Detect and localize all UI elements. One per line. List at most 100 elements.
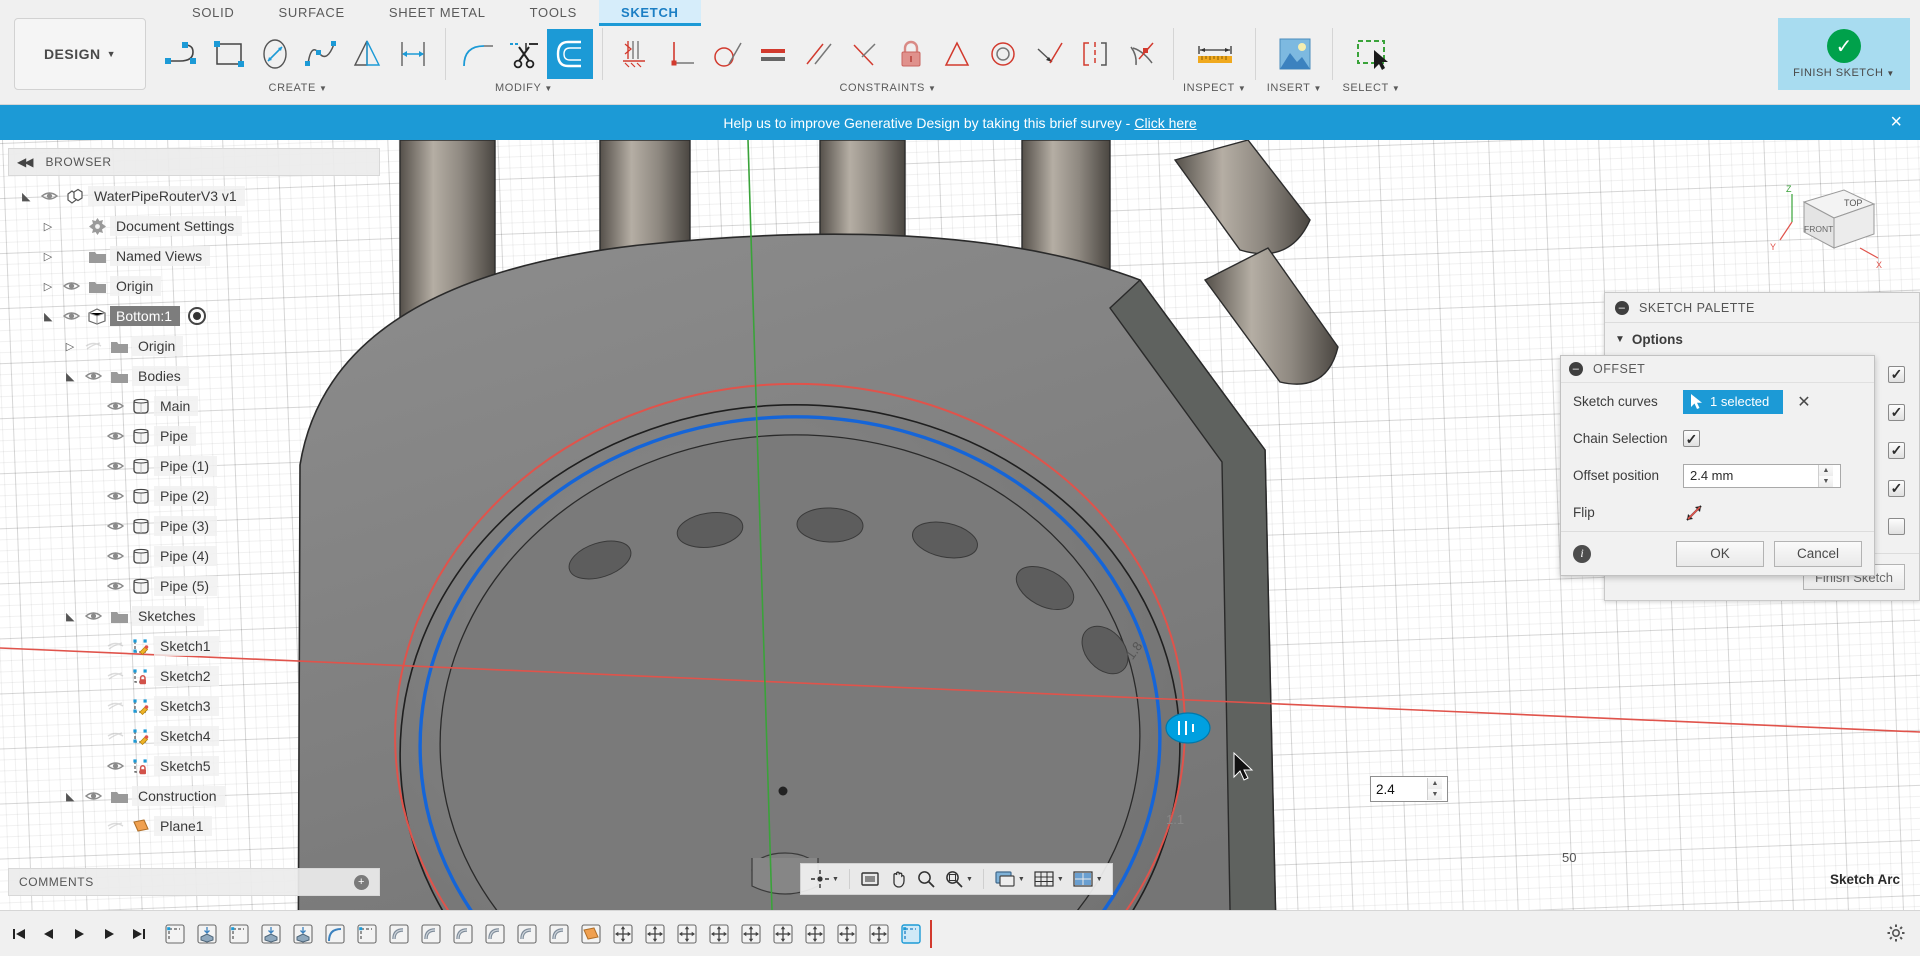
survey-banner-link[interactable]: Click here [1134,115,1196,131]
finish-sketch-button[interactable]: ✓ FINISH SKETCH▼ [1778,18,1910,90]
sketch-line-icon[interactable] [160,29,206,79]
feature-move-icon[interactable] [642,921,668,947]
sketch-palette-options-section[interactable]: ▼ Options [1605,323,1919,355]
chain-selection-checkbox[interactable] [1683,430,1700,447]
offset-position-input[interactable] [1684,465,1818,487]
browser-node-origin[interactable]: Origin [8,271,380,301]
activate-component-radio[interactable] [188,307,206,325]
spinner-down-icon[interactable]: ▼ [1428,789,1442,800]
constraint-horizontal-vertical-icon[interactable] [842,29,888,79]
sketch-curves-selection-button[interactable]: 1 selected [1683,390,1783,414]
feature-extrude-icon[interactable] [194,921,220,947]
browser-node-origin[interactable]: Origin [8,331,380,361]
feature-move-icon[interactable] [770,921,796,947]
constraint-tangent-icon[interactable] [704,29,750,79]
browser-node-pipe-5[interactable]: Pipe (5) [8,571,380,601]
expand-arrow-icon[interactable] [60,790,80,803]
inline-offset-spinner[interactable]: ▲ ▼ [1427,778,1442,800]
feature-sketch-icon[interactable] [162,921,188,947]
feature-move-icon[interactable] [674,921,700,947]
feature-move-icon[interactable] [866,921,892,947]
browser-node-pipe-1[interactable]: Pipe (1) [8,451,380,481]
sketch-mirror-icon[interactable] [344,29,390,79]
visibility-eye-icon[interactable] [102,430,128,442]
feature-fillet-icon[interactable] [322,921,348,947]
timeline-go-end-icon[interactable] [126,921,152,947]
constraint-midpoint-icon[interactable] [934,29,980,79]
constraint-equal-icon[interactable] [750,29,796,79]
collapse-panel-icon[interactable]: ◀◀ [17,155,31,169]
offset-position-spinner[interactable]: ▲ ▼ [1818,465,1833,487]
feature-pipe-icon[interactable] [386,921,412,947]
constraint-symmetry-icon[interactable] [1072,29,1118,79]
visibility-eye-icon[interactable] [58,280,84,292]
constraint-parallel-icon[interactable] [796,29,842,79]
expand-arrow-icon[interactable] [38,310,58,323]
browser-node-construction[interactable]: Construction [8,781,380,811]
browser-node-bottom-1[interactable]: Bottom:1 [8,301,380,331]
expand-arrow-icon[interactable] [16,190,36,203]
minimize-icon[interactable]: – [1615,301,1629,315]
visibility-eye-off-icon[interactable] [102,670,128,682]
expand-arrow-icon[interactable] [60,610,80,623]
constraint-coincident-icon[interactable] [612,29,658,79]
display-settings-icon[interactable] [857,866,883,892]
inline-offset-input[interactable] [1371,778,1427,800]
sketch-rectangle-icon[interactable] [206,29,252,79]
tab-sketch[interactable]: SKETCH [599,0,701,26]
sketch-fillet-icon[interactable] [455,29,501,79]
gear-icon[interactable] [1886,923,1906,946]
select-window-cursor-icon[interactable] [1342,29,1400,79]
visibility-eye-icon[interactable] [102,580,128,592]
constraint-curvature-icon[interactable] [1118,29,1164,79]
visibility-eye-icon[interactable] [102,460,128,472]
visibility-eye-off-icon[interactable] [102,730,128,742]
spinner-up-icon[interactable]: ▲ [1819,465,1833,476]
ribbon-group-label-insert[interactable]: INSERT▼ [1267,82,1322,94]
browser-node-sketch1[interactable]: Sketch1 [8,631,380,661]
ribbon-group-label-constraints[interactable]: CONSTRAINTS▼ [840,82,937,94]
comments-panel[interactable]: COMMENTS + [8,868,380,896]
feature-move-icon[interactable] [738,921,764,947]
tab-tools[interactable]: TOOLS [508,0,599,26]
visibility-eye-icon[interactable] [80,790,106,802]
visibility-eye-icon[interactable] [102,520,128,532]
feature-sketch-icon[interactable] [354,921,380,947]
visibility-eye-off-icon[interactable] [102,700,128,712]
browser-node-document-settings[interactable]: Document Settings [8,211,380,241]
sketch-spline-icon[interactable] [298,29,344,79]
ribbon-group-label-modify[interactable]: MODIFY▼ [495,82,553,94]
feature-pipe-icon[interactable] [546,921,572,947]
add-comment-icon[interactable]: + [354,875,369,890]
feature-move-icon[interactable] [706,921,732,947]
visibility-eye-icon[interactable] [102,550,128,562]
zoom-window-icon[interactable]: ▼ [941,866,976,892]
feature-pipe-icon[interactable] [514,921,540,947]
visibility-eye-icon[interactable] [102,760,128,772]
tab-sheet-metal[interactable]: SHEET METAL [367,0,508,26]
feature-move-icon[interactable] [834,921,860,947]
expand-arrow-icon[interactable] [60,370,80,383]
visibility-eye-icon[interactable] [36,190,62,202]
browser-node-sketch5[interactable]: Sketch5 [8,751,380,781]
browser-node-sketch3[interactable]: Sketch3 [8,691,380,721]
measure-ruler-icon[interactable] [1186,29,1244,79]
browser-node-pipe-4[interactable]: Pipe (4) [8,541,380,571]
feature-sketch-active-icon[interactable] [898,921,924,947]
visibility-eye-icon[interactable] [102,490,128,502]
pan-hand-icon[interactable] [885,866,911,892]
constraint-collinear-icon[interactable] [1026,29,1072,79]
tab-surface[interactable]: SURFACE [257,0,367,26]
feature-pipe-icon[interactable] [482,921,508,947]
browser-node-plane1[interactable]: Plane1 [8,811,380,841]
collapse-arrow-icon[interactable] [60,340,80,353]
timeline-step-back-icon[interactable] [36,921,62,947]
feature-move-icon[interactable] [802,921,828,947]
browser-node-pipe-2[interactable]: Pipe (2) [8,481,380,511]
visibility-eye-icon[interactable] [80,370,106,382]
view-cube[interactable]: TOP FRONT Z Y X [1764,170,1884,280]
constraint-perpendicular-icon[interactable] [658,29,704,79]
insert-image-icon[interactable] [1265,29,1323,79]
palette-option-checkbox[interactable] [1888,442,1905,459]
feature-pipe-icon[interactable] [450,921,476,947]
